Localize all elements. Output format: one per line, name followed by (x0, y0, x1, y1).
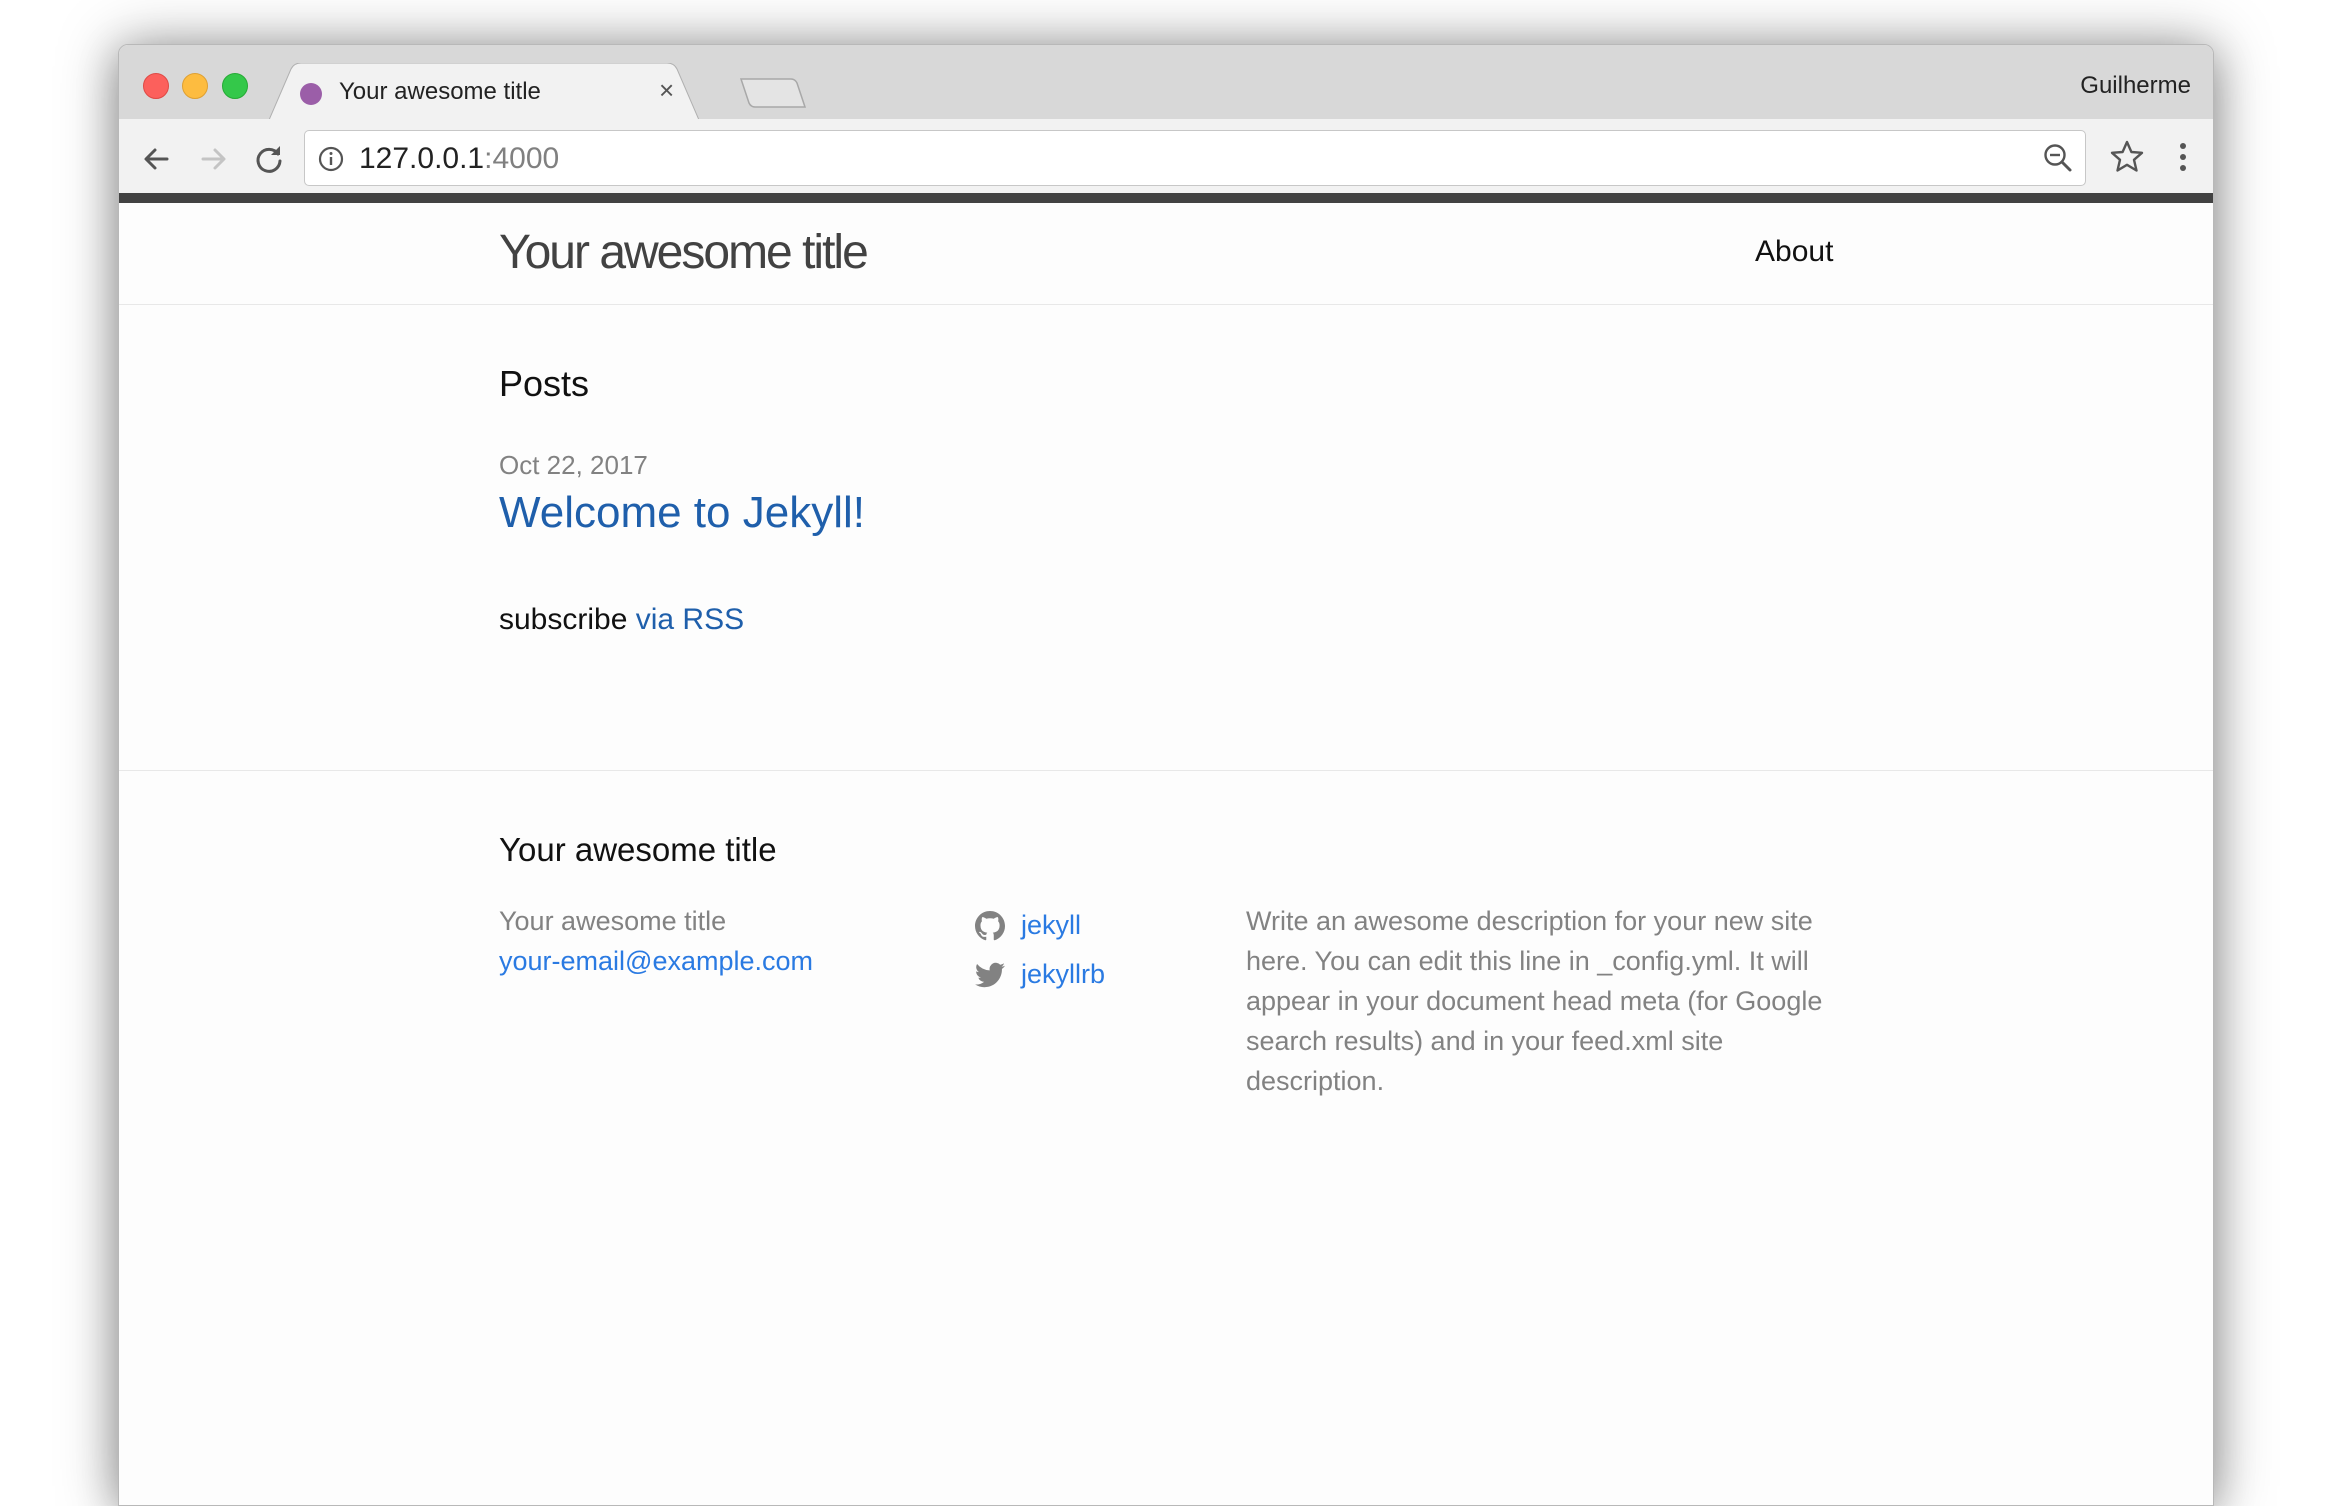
address-text[interactable]: 127.0.0.1:4000 (359, 142, 559, 176)
github-icon (975, 910, 1005, 940)
subscribe-line: subscribe via RSS (499, 603, 744, 637)
address-host: 127.0.0.1 (359, 142, 485, 175)
page-content: Your awesome title About Posts Oct 22, 2… (119, 203, 2213, 1505)
footer-description: Write an awesome description for your ne… (1246, 906, 1823, 1096)
post-date: Oct 22, 2017 (499, 450, 648, 480)
forward-arrow-icon[interactable] (193, 139, 233, 179)
star-icon[interactable] (2107, 137, 2147, 177)
browser-tab[interactable]: Your awesome title × (269, 63, 699, 120)
back-arrow-icon[interactable] (137, 139, 177, 179)
twitter-username: jekyllrb (1021, 959, 1106, 989)
site-header: Your awesome title About (119, 203, 2213, 305)
zoom-out-icon[interactable] (2041, 141, 2075, 175)
close-window-button[interactable] (143, 73, 169, 99)
reload-icon[interactable] (249, 139, 289, 179)
footer-social: jekyll jekyllrb (975, 901, 1105, 999)
posts-heading: Posts (499, 363, 590, 404)
new-tab-button[interactable] (739, 77, 809, 109)
post-title-link[interactable]: Welcome to Jekyll! (499, 488, 865, 538)
favicon-icon (300, 83, 322, 105)
site-title-link[interactable]: Your awesome title (499, 225, 869, 280)
tab-bar: Your awesome title × Guilherme (119, 45, 2213, 120)
twitter-link[interactable]: jekyllrb (975, 950, 1105, 999)
site-top-border (119, 193, 2213, 203)
info-icon[interactable] (317, 145, 345, 173)
github-link[interactable]: jekyll (975, 901, 1105, 950)
nav-about-link[interactable]: About (1755, 235, 1833, 269)
browser-window: Your awesome title × Guilherme 127.0.0.1… (118, 44, 2214, 1506)
address-port: :4000 (484, 142, 560, 175)
site-footer: Your awesome title Your awesome title yo… (119, 770, 2213, 1471)
footer-site-name: Your awesome title (499, 906, 727, 936)
address-bar[interactable]: 127.0.0.1:4000 (304, 130, 2086, 186)
github-username: jekyll (1021, 910, 1082, 940)
rss-link[interactable]: via RSS (636, 603, 744, 636)
footer-email-link[interactable]: your-email@example.com (499, 941, 813, 981)
maximize-window-button[interactable] (222, 73, 248, 99)
subscribe-text: subscribe (499, 603, 628, 636)
profile-name[interactable]: Guilherme (2080, 72, 2191, 100)
tab-title: Your awesome title (339, 78, 541, 105)
minimize-window-button[interactable] (182, 73, 208, 99)
tab-close-icon[interactable]: × (659, 77, 674, 103)
kebab-menu-icon[interactable] (2163, 137, 2203, 177)
footer-contact: Your awesome title your-email@example.co… (499, 901, 813, 981)
twitter-icon (975, 962, 1005, 987)
footer-heading: Your awesome title (499, 831, 777, 868)
